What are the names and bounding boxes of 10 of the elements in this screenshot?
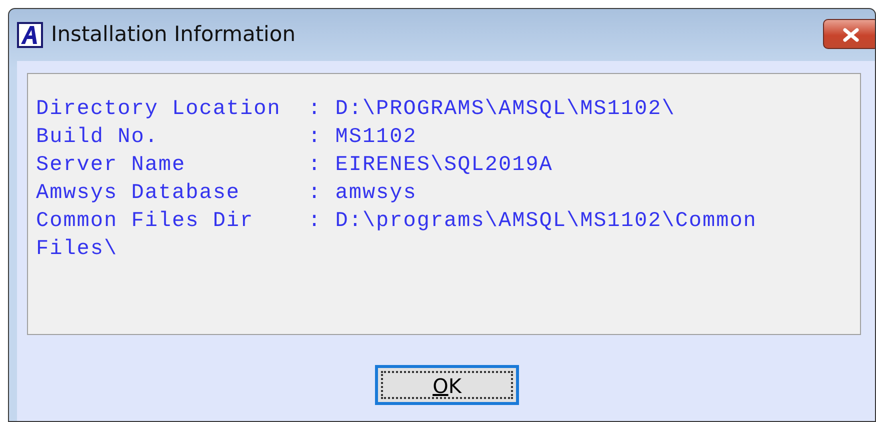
ok-button[interactable]: OK <box>375 365 519 405</box>
info-line: Directory Location : D:\PROGRAMS\AMSQL\MS1102\ <box>36 97 676 123</box>
close-button[interactable] <box>823 19 875 49</box>
app-logo-icon <box>17 22 43 48</box>
info-line: Server Name : EIRENES\SQL2019A <box>36 153 554 179</box>
window-title: Installation Information <box>51 21 296 48</box>
info-line: Amwsys Database : amwsys <box>36 181 418 207</box>
info-line: Build No. : MS1102 <box>36 125 418 151</box>
close-icon <box>842 28 860 42</box>
info-line: Common Files Dir : D:\programs\AMSQL\MS1102\Common Files\ <box>36 209 758 263</box>
